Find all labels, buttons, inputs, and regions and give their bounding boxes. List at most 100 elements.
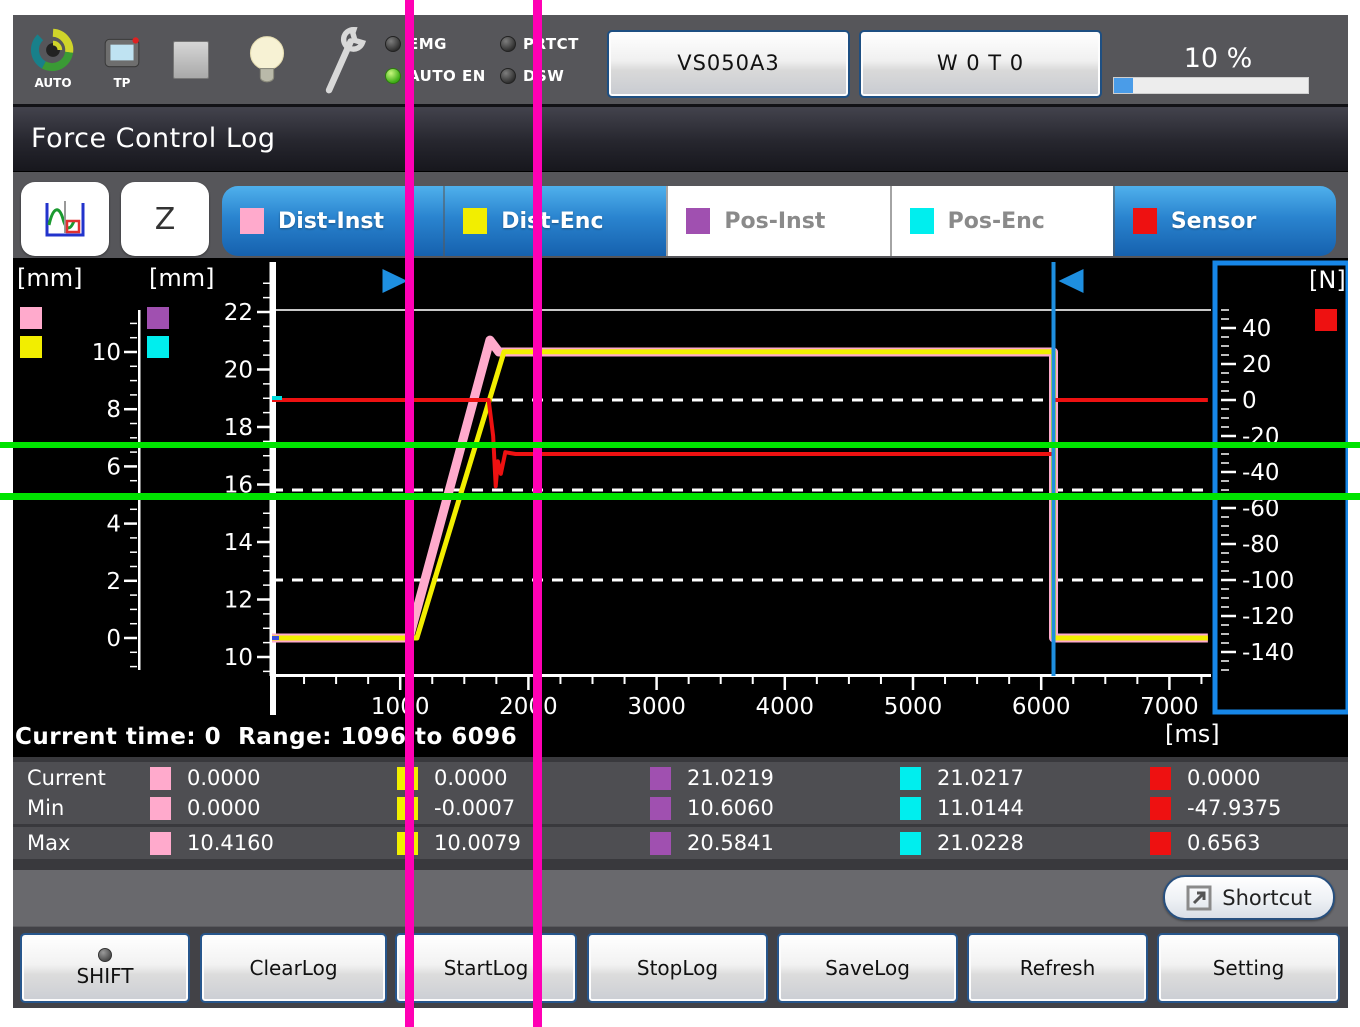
svg-text:0: 0 bbox=[106, 626, 121, 652]
speed-percentage: 10 % bbox=[1143, 43, 1293, 74]
svg-text:22: 22 bbox=[224, 300, 253, 326]
shift-label: SHIFT bbox=[76, 964, 133, 988]
pos-inst-label: Pos-Inst bbox=[724, 209, 825, 234]
value: 0.0000 bbox=[187, 796, 260, 820]
svg-text:16: 16 bbox=[224, 473, 253, 499]
tp-icon bbox=[101, 31, 143, 73]
legend-toggle-dist-inst[interactable]: Dist-Inst bbox=[222, 186, 443, 256]
start-log-button[interactable]: StartLog bbox=[395, 933, 577, 1003]
save-log-button[interactable]: SaveLog bbox=[777, 933, 958, 1003]
value: 10.6060 bbox=[687, 796, 774, 820]
swatch bbox=[900, 767, 921, 790]
graph-view-icon bbox=[41, 197, 89, 241]
robot-type-button[interactable]: VS050A3 bbox=[607, 30, 850, 98]
dist-inst-swatch bbox=[240, 208, 264, 234]
row-label: Max bbox=[27, 831, 70, 855]
lamp-button[interactable] bbox=[245, 29, 289, 99]
pos-enc-axis-swatch bbox=[147, 336, 169, 358]
z-axis-button[interactable]: Z bbox=[121, 182, 209, 256]
indicator-dsw: DSW bbox=[500, 67, 564, 85]
swatch bbox=[900, 797, 921, 820]
value: 21.0219 bbox=[687, 766, 774, 790]
speed-progress-fill bbox=[1114, 78, 1133, 93]
value: -47.9375 bbox=[1187, 796, 1281, 820]
legend-row: Z Dist-Inst Dist-Enc Pos-Inst Pos-Enc Se… bbox=[13, 172, 1348, 258]
svg-text:0: 0 bbox=[1242, 388, 1257, 414]
sensor-swatch bbox=[1133, 208, 1157, 234]
legend-toggle-pos-enc[interactable]: Pos-Enc bbox=[890, 186, 1113, 256]
value: 11.0144 bbox=[937, 796, 1024, 820]
svg-text:4: 4 bbox=[106, 512, 121, 538]
chart-area: 1000200030004000500060007000024681010121… bbox=[13, 258, 1348, 757]
value: 0.0000 bbox=[187, 766, 260, 790]
swatch bbox=[150, 797, 171, 820]
clear-log-button[interactable]: ClearLog bbox=[200, 933, 387, 1003]
value: 21.0217 bbox=[937, 766, 1024, 790]
stop-log-button[interactable]: StopLog bbox=[587, 933, 768, 1003]
refresh-button[interactable]: Refresh bbox=[967, 933, 1148, 1003]
indicator-auto-en: AUTO EN bbox=[385, 67, 486, 85]
swatch bbox=[900, 832, 921, 855]
function-button-bar: SHIFT ClearLog StartLog StopLog SaveLog … bbox=[13, 926, 1348, 1008]
swatch bbox=[397, 767, 418, 790]
swatch bbox=[1150, 767, 1171, 790]
svg-text:8: 8 bbox=[106, 397, 121, 423]
indicator-prtct: PRTCT bbox=[500, 35, 579, 53]
svg-text:-20: -20 bbox=[1242, 424, 1280, 450]
page-title: Force Control Log bbox=[13, 107, 1348, 172]
auto-mode-button[interactable]: AUTO bbox=[25, 27, 81, 90]
swatch bbox=[1150, 832, 1171, 855]
svg-text:2000: 2000 bbox=[499, 694, 558, 720]
auto-mode-icon bbox=[30, 27, 76, 73]
prtct-label: PRTCT bbox=[523, 35, 579, 53]
setting-button[interactable]: Setting bbox=[1157, 933, 1340, 1003]
svg-text:18: 18 bbox=[224, 415, 253, 441]
swatch bbox=[1150, 797, 1171, 820]
speed-progress-bar bbox=[1113, 77, 1309, 94]
shortcut-strip: Shortcut bbox=[13, 870, 1348, 926]
indicator-emg: EMG bbox=[385, 35, 447, 53]
pos-inst-swatch bbox=[686, 208, 710, 234]
legend-toggle-dist-enc[interactable]: Dist-Enc bbox=[443, 186, 666, 256]
value: 10.0079 bbox=[434, 831, 521, 855]
svg-text:7000: 7000 bbox=[1140, 694, 1199, 720]
swatch bbox=[150, 832, 171, 855]
dist-enc-label: Dist-Enc bbox=[501, 209, 603, 234]
work-tool-button[interactable]: W 0 T 0 bbox=[859, 30, 1102, 98]
swatch bbox=[650, 797, 671, 820]
legend-toggle-sensor[interactable]: Sensor bbox=[1113, 186, 1336, 256]
maintenance-button[interactable] bbox=[315, 23, 369, 103]
tp-button[interactable]: TP bbox=[97, 31, 147, 90]
shortcut-button[interactable]: Shortcut bbox=[1163, 875, 1335, 920]
svg-text:-100: -100 bbox=[1242, 568, 1294, 594]
mm-axis2-unit-label: [mm] bbox=[149, 264, 214, 292]
pos-inst-axis-swatch bbox=[147, 307, 169, 329]
current-time-range-status: Current time: 0 Range: 1096 to 6096 bbox=[15, 724, 517, 750]
stop-square-icon bbox=[173, 41, 209, 79]
value-table: Current 0.0000 0.0000 21.0219 21.0217 0.… bbox=[13, 757, 1348, 870]
svg-text:-140: -140 bbox=[1242, 640, 1294, 666]
wrench-icon bbox=[315, 23, 369, 99]
value: 0.0000 bbox=[1187, 766, 1260, 790]
svg-text:-80: -80 bbox=[1242, 532, 1280, 558]
legend-toggle-pos-inst[interactable]: Pos-Inst bbox=[666, 186, 889, 256]
z-axis-label: Z bbox=[155, 202, 176, 237]
value: 0.6563 bbox=[1187, 831, 1260, 855]
shift-led-icon bbox=[98, 948, 112, 962]
dsw-label: DSW bbox=[523, 67, 564, 85]
swatch bbox=[150, 767, 171, 790]
svg-text:3000: 3000 bbox=[627, 694, 686, 720]
graph-view-button[interactable] bbox=[21, 182, 109, 256]
swatch bbox=[650, 832, 671, 855]
shift-button[interactable]: SHIFT bbox=[20, 933, 190, 1003]
svg-text:12: 12 bbox=[224, 588, 253, 614]
svg-text:2: 2 bbox=[106, 569, 121, 595]
force-log-plot: 1000200030004000500060007000024681010121… bbox=[13, 258, 1348, 757]
teach-pendant-screen: AUTO TP EMG bbox=[0, 0, 1360, 1027]
value: 21.0228 bbox=[937, 831, 1024, 855]
stop-button[interactable] bbox=[173, 41, 211, 81]
emg-label: EMG bbox=[408, 35, 447, 53]
toolbar: AUTO TP EMG bbox=[13, 15, 1348, 107]
value: 20.5841 bbox=[687, 831, 774, 855]
shortcut-icon bbox=[1186, 885, 1212, 911]
